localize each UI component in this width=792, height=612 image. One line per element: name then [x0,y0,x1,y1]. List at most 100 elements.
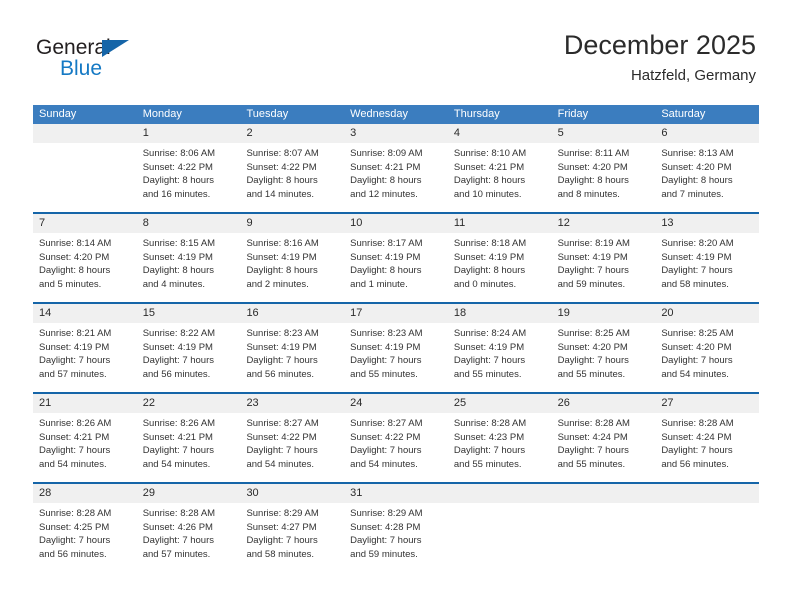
day-cell[interactable]: Sunrise: 8:29 AM Sunset: 4:27 PM Daylight:… [240,503,344,572]
day-number[interactable]: 6 [655,124,759,143]
day-number[interactable]: 15 [137,304,241,323]
day-cell[interactable]: Sunrise: 8:28 AM Sunset: 4:26 PM Daylight:… [137,503,241,572]
day-detail-line: Sunrise: 8:09 AM [350,148,423,159]
day-number[interactable]: 14 [33,304,137,323]
page-subtitle: Hatzfeld, Germany [630,67,756,84]
day-cell[interactable]: Sunrise: 8:26 AM Sunset: 4:21 PM Daylight:… [33,413,137,482]
day-cell[interactable]: Sunrise: 8:27 AM Sunset: 4:22 PM Daylight:… [240,413,344,482]
day-cell[interactable]: Sunrise: 8:25 AM Sunset: 4:20 PM Daylight:… [552,323,656,392]
day-number[interactable]: 16 [240,304,344,323]
day-number[interactable]: 20 [655,304,759,323]
calendar-week-row: 28 29 30 31 Sunrise: 8:28 AM Sunset: 4:25 PM D… [33,482,759,572]
day-detail-line: and 7 minutes. [661,188,724,200]
day-cell[interactable]: Sunrise: 8:07 AM Sunset: 4:22 PM Daylight:… [240,143,344,212]
day-cell[interactable]: Sunrise: 8:20 AM Sunset: 4:19 PM Daylight:… [655,233,759,302]
day-cell[interactable]: Sunrise: 8:15 AM Sunset: 4:19 PM Daylight:… [137,233,241,302]
day-number[interactable]: 13 [655,214,759,233]
day-cell[interactable]: Sunrise: 8:22 AM Sunset: 4:19 PM Daylight:… [137,323,241,392]
day-cell[interactable]: Sunrise: 8:23 AM Sunset: 4:19 PM Daylight:… [240,323,344,392]
day-cell[interactable]: Sunrise: 8:06 AM Sunset: 4:22 PM Daylight:… [137,143,241,212]
day-number[interactable]: 27 [655,394,759,413]
day-detail-line: Daylight: 7 hours [39,355,111,366]
day-cell[interactable]: Sunrise: 8:29 AM Sunset: 4:28 PM Daylight:… [344,503,448,572]
day-detail-line: and 54 minutes. [350,458,418,470]
day-cell[interactable]: Sunrise: 8:13 AM Sunset: 4:20 PM Daylight:… [655,143,759,212]
day-detail-line: Daylight: 7 hours [350,445,422,456]
day-number[interactable]: 4 [448,124,552,143]
weekday-header-monday: Monday [142,108,182,120]
day-detail-line: Sunrise: 8:13 AM [661,148,734,159]
day-cell[interactable]: Sunrise: 8:18 AM Sunset: 4:19 PM Daylight:… [448,233,552,302]
day-cell[interactable]: Sunrise: 8:17 AM Sunset: 4:19 PM Daylight:… [344,233,448,302]
day-number[interactable]: 18 [448,304,552,323]
day-detail-line: and 56 minutes. [39,548,107,560]
day-cell[interactable]: Sunrise: 8:28 AM Sunset: 4:24 PM Daylight:… [552,413,656,482]
day-detail-line: and 55 minutes. [453,458,522,470]
day-cell[interactable]: Sunrise: 8:21 AM Sunset: 4:19 PM Daylight:… [33,323,137,392]
day-number[interactable]: 28 [33,484,137,503]
day-number[interactable]: 19 [552,304,656,323]
title-block: December 2025 Hatzfeld, Germany [564,28,756,86]
day-number[interactable]: 12 [552,214,656,233]
day-number[interactable]: 29 [137,484,241,503]
day-number[interactable]: 8 [137,214,241,233]
general-blue-logo[interactable]: General Blue [36,36,216,88]
day-number[interactable]: 23 [240,394,344,413]
day-detail-line: Daylight: 7 hours [350,355,422,366]
day-cell[interactable]: Sunrise: 8:10 AM Sunset: 4:21 PM Daylight:… [448,143,552,212]
day-cell[interactable]: Sunrise: 8:19 AM Sunset: 4:19 PM Daylight:… [552,233,656,302]
day-detail-line: Daylight: 7 hours [246,355,318,366]
day-detail-line: Sunset: 4:21 PM [39,431,110,443]
day-number[interactable]: 11 [448,214,552,233]
day-detail-line: Sunset: 4:19 PM [661,251,732,263]
page-title: December 2025 [563,30,756,60]
day-cell[interactable]: Sunrise: 8:28 AM Sunset: 4:24 PM Daylight:… [655,413,759,482]
day-detail-line: Sunrise: 8:23 AM [350,328,423,339]
day-number-empty [448,484,552,503]
day-detail-line: Sunrise: 8:28 AM [39,508,112,519]
day-detail-line: Sunset: 4:20 PM [557,161,628,173]
day-number[interactable]: 1 [137,124,241,143]
day-number[interactable]: 5 [552,124,656,143]
day-number[interactable]: 25 [448,394,552,413]
week-body: Sunrise: 8:21 AM Sunset: 4:19 PM Daylight:… [33,323,759,392]
day-cell[interactable]: Sunrise: 8:26 AM Sunset: 4:21 PM Daylight:… [137,413,241,482]
day-cell[interactable]: Sunrise: 8:14 AM Sunset: 4:20 PM Daylight:… [33,233,137,302]
day-cell[interactable]: Sunrise: 8:11 AM Sunset: 4:20 PM Daylight:… [552,143,656,212]
day-number[interactable]: 3 [344,124,448,143]
day-cell[interactable]: Sunrise: 8:24 AM Sunset: 4:19 PM Daylight:… [448,323,552,392]
day-number[interactable]: 21 [33,394,137,413]
day-cell[interactable]: Sunrise: 8:27 AM Sunset: 4:22 PM Daylight:… [344,413,448,482]
day-number[interactable]: 2 [240,124,344,143]
day-detail-line: Daylight: 8 hours [39,265,111,276]
day-number[interactable]: 30 [240,484,344,503]
day-cell[interactable]: Sunrise: 8:28 AM Sunset: 4:25 PM Daylight:… [33,503,137,572]
day-number[interactable]: 7 [33,214,137,233]
day-cell[interactable]: Sunrise: 8:28 AM Sunset: 4:23 PM Daylight:… [448,413,552,482]
day-number[interactable]: 24 [344,394,448,413]
day-number[interactable]: 22 [137,394,241,413]
day-number[interactable]: 17 [344,304,448,323]
day-cell-empty [33,143,137,212]
day-number[interactable]: 26 [552,394,656,413]
day-detail-line: Daylight: 8 hours [246,175,318,186]
day-number[interactable]: 9 [240,214,344,233]
day-detail-line: and 54 minutes. [39,458,107,470]
day-cell[interactable]: Sunrise: 8:23 AM Sunset: 4:19 PM Daylight:… [344,323,448,392]
calendar-grid: Sunday Monday Tuesday Wednesday Thursday Frid… [33,105,759,572]
day-cell[interactable]: Sunrise: 8:25 AM Sunset: 4:20 PM Daylight:… [655,323,759,392]
day-cell[interactable]: Sunrise: 8:16 AM Sunset: 4:19 PM Daylight:… [240,233,344,302]
day-detail-line: Sunrise: 8:23 AM [246,328,319,339]
logo-text-blue: Blue [60,57,103,80]
day-detail-line: Sunrise: 8:26 AM [142,418,216,429]
day-detail-line: Daylight: 7 hours [142,355,215,366]
day-cell[interactable]: Sunrise: 8:09 AM Sunset: 4:21 PM Daylight:… [344,143,448,212]
day-detail-line: and 58 minutes. [246,548,315,560]
day-detail-line: Sunrise: 8:15 AM [142,238,216,249]
day-detail-line: and 54 minutes. [142,458,211,470]
day-detail-line: Daylight: 7 hours [661,265,733,276]
day-detail-line: Sunrise: 8:29 AM [350,508,423,519]
week-body: Sunrise: 8:28 AM Sunset: 4:25 PM Daylight:… [33,503,759,572]
day-number[interactable]: 10 [344,214,448,233]
day-number[interactable]: 31 [344,484,448,503]
